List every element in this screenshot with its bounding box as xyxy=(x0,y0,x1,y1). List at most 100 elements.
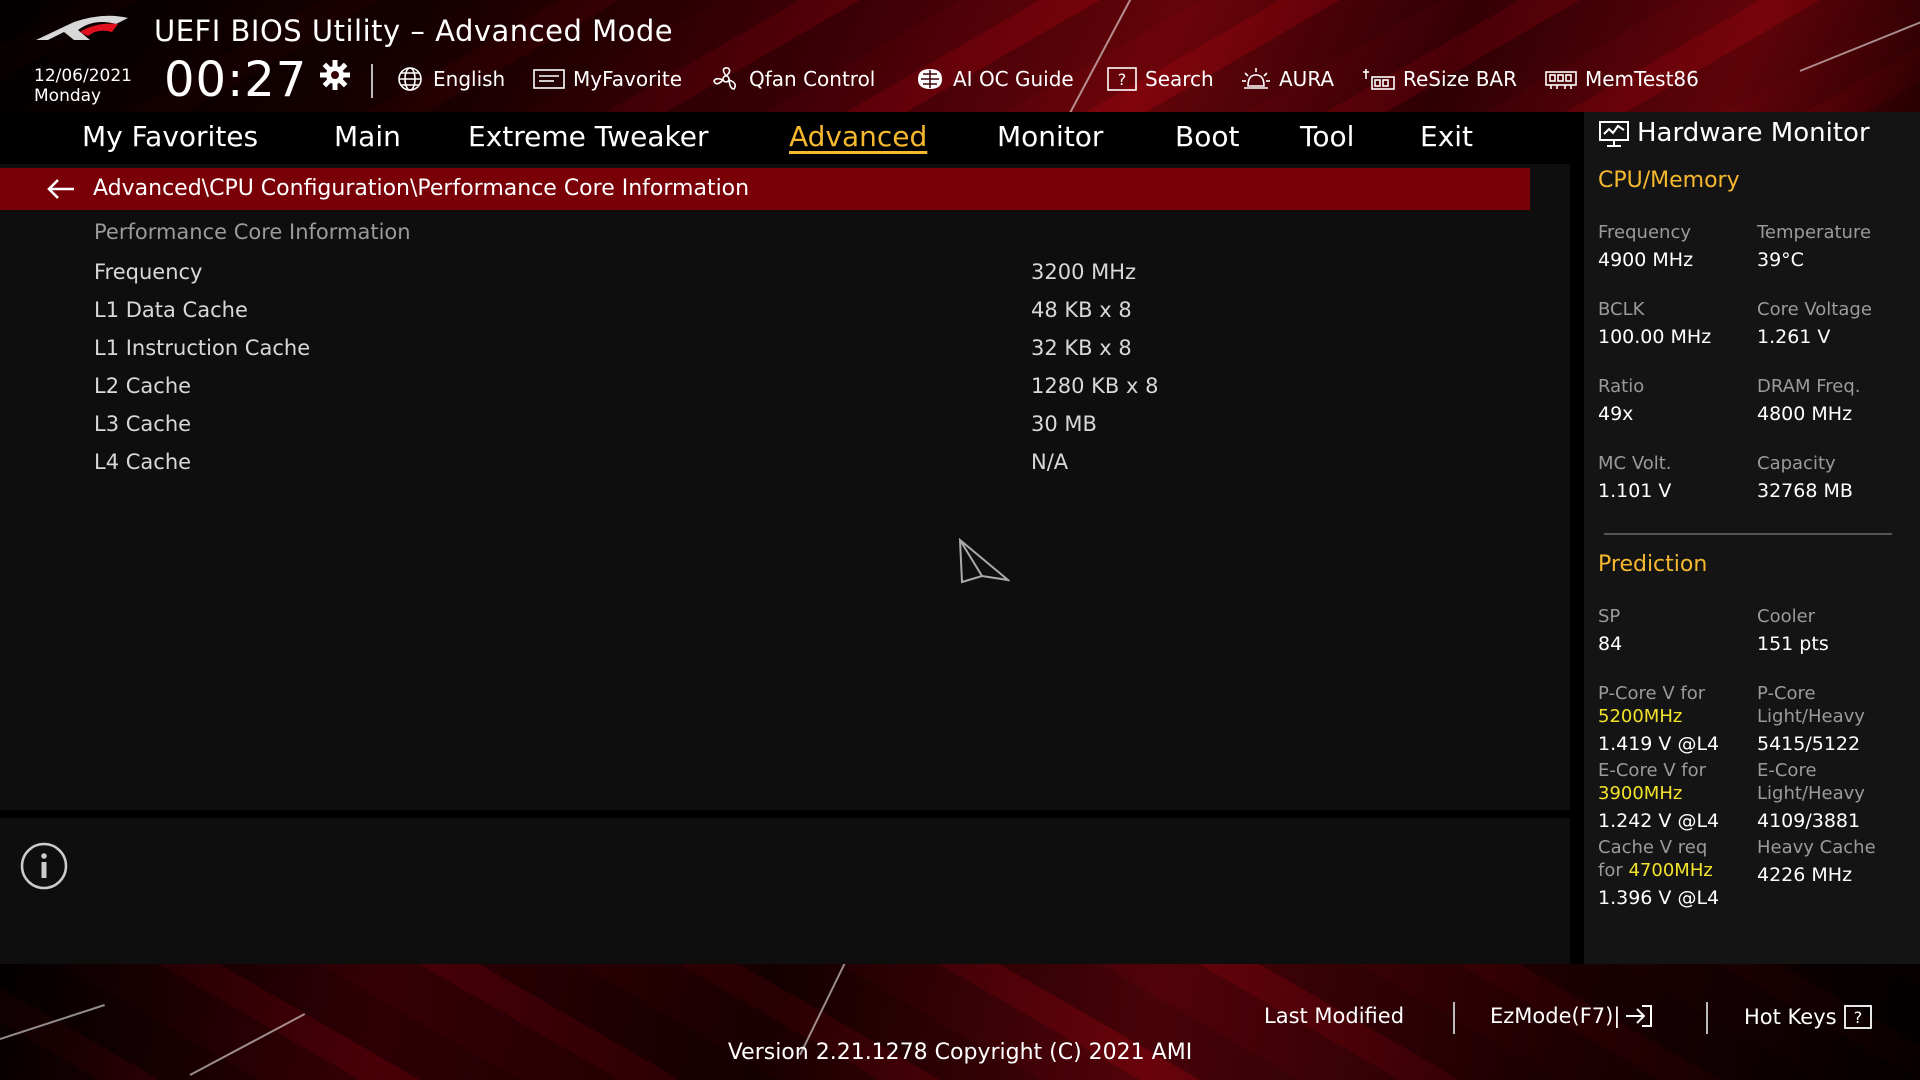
gear-icon[interactable] xyxy=(318,58,352,92)
info-row[interactable]: L4 Cache N/A xyxy=(94,450,1194,480)
pcore-v-label: P-Core V for xyxy=(1598,683,1706,704)
tab-monitor[interactable]: Monitor xyxy=(997,120,1103,153)
date-text: 12/06/2021 xyxy=(34,66,132,86)
hm-value: 1.101 V xyxy=(1598,480,1672,502)
resize-bar-label: ReSize BAR xyxy=(1403,67,1518,91)
tab-boot[interactable]: Boot xyxy=(1175,120,1239,153)
info-row[interactable]: L3 Cache 30 MB xyxy=(94,412,1194,442)
clock-time: 00:27 xyxy=(164,52,308,108)
myfavorite-label: MyFavorite xyxy=(573,67,683,91)
hm-value: 151 pts xyxy=(1757,633,1829,655)
hm-value: 1.419 V @L4 xyxy=(1598,733,1720,755)
ecore-lh-label-2: Light/Heavy xyxy=(1757,783,1865,804)
main-panel: Advanced\CPU Configuration\Performance C… xyxy=(0,164,1570,810)
breadcrumb-bar[interactable]: Advanced\CPU Configuration\Performance C… xyxy=(0,168,1530,210)
hm-value: 5415/5122 xyxy=(1757,733,1861,755)
last-modified-button[interactable]: Last Modified xyxy=(1264,1004,1404,1028)
monitor-icon xyxy=(1599,121,1629,147)
decor-slash xyxy=(1069,0,1142,112)
tab-main[interactable]: Main xyxy=(334,120,401,153)
hm-label: Heavy Cache xyxy=(1757,837,1876,858)
language-label: English xyxy=(433,67,506,91)
memtest86-label: MemTest86 xyxy=(1585,67,1699,91)
ecore-lh-label-1: E-Core xyxy=(1757,760,1817,781)
row-value: 1280 KB x 8 xyxy=(1031,374,1159,398)
decor-slash xyxy=(1799,17,1920,72)
hm-value: 1.261 V xyxy=(1757,326,1831,348)
row-value: 3200 MHz xyxy=(1031,260,1137,284)
info-icon xyxy=(20,842,68,890)
row-value: 48 KB x 8 xyxy=(1031,298,1132,322)
hm-label: Core Voltage xyxy=(1757,299,1872,320)
info-row[interactable]: L2 Cache 1280 KB x 8 xyxy=(94,374,1194,404)
row-value: N/A xyxy=(1031,450,1069,474)
hm-value: 4109/3881 xyxy=(1757,810,1861,832)
hm-value: 1.396 V @L4 xyxy=(1598,887,1720,909)
tab-my-favorites[interactable]: My Favorites xyxy=(82,120,258,153)
main-tabs: My Favorites Main Extreme Tweaker Advanc… xyxy=(0,112,1570,164)
help-info-panel xyxy=(0,818,1570,964)
row-label: L4 Cache xyxy=(94,450,192,474)
hm-label: P-Core V for 5200MHz xyxy=(1598,682,1705,728)
hm-label: Capacity xyxy=(1757,453,1836,474)
resize-bar-icon xyxy=(1363,69,1395,90)
version-text: Version 2.21.1278 Copyright (C) 2021 AMI xyxy=(727,1040,1193,1065)
search-button[interactable]: ? Search xyxy=(1106,64,1214,94)
hot-keys-label: Hot Keys xyxy=(1744,1005,1837,1029)
aura-icon xyxy=(1242,68,1270,89)
qfan-control-button[interactable]: Qfan Control xyxy=(710,64,875,94)
hm-label: Temperature xyxy=(1757,222,1872,243)
breadcrumb: Advanced\CPU Configuration\Performance C… xyxy=(93,176,750,201)
search-icon: ? xyxy=(1107,67,1137,91)
hm-label: Cooler xyxy=(1757,606,1816,627)
hm-label: E-Core V for 3900MHz xyxy=(1598,759,1706,805)
hot-keys-button[interactable]: Hot Keys ? xyxy=(1744,1004,1873,1030)
back-arrow-icon[interactable] xyxy=(46,178,76,200)
aura-button[interactable]: AURA xyxy=(1240,64,1334,94)
ai-oc-guide-label: AI OC Guide xyxy=(953,67,1074,91)
cache-v-label-1: Cache V req xyxy=(1598,837,1708,858)
hm-value: 49x xyxy=(1598,403,1634,425)
pcore-lh-label-2: Light/Heavy xyxy=(1757,706,1865,727)
hardware-monitor-panel: Hardware Monitor CPU/Memory Frequency 49… xyxy=(1584,112,1920,964)
footer-divider xyxy=(1706,1002,1708,1034)
hm-label: Frequency xyxy=(1598,222,1691,243)
memtest86-button[interactable]: MemTest86 xyxy=(1544,64,1699,94)
help-icon: ? xyxy=(1843,1005,1872,1029)
tab-tool[interactable]: Tool xyxy=(1300,120,1354,153)
header-bar: UEFI BIOS Utility – Advanced Mode 12/06/… xyxy=(0,0,1920,112)
row-value: 32 KB x 8 xyxy=(1031,336,1132,360)
svg-text:?: ? xyxy=(1118,70,1127,89)
ecore-v-freq: 3900MHz xyxy=(1598,783,1683,804)
qfan-control-label: Qfan Control xyxy=(749,67,876,91)
tab-extreme-tweaker[interactable]: Extreme Tweaker xyxy=(468,120,708,153)
footer-divider xyxy=(1453,1002,1455,1034)
ecore-v-label: E-Core V for xyxy=(1598,760,1707,781)
pcore-lh-label-1: P-Core xyxy=(1757,683,1816,704)
info-row[interactable]: L1 Data Cache 48 KB x 8 xyxy=(94,298,1194,328)
ai-oc-guide-button[interactable]: AI OC Guide xyxy=(914,64,1074,94)
language-button[interactable]: English xyxy=(394,64,505,94)
ezmode-label: EzMode(F7)| xyxy=(1490,1004,1621,1028)
cache-v-label-2: for xyxy=(1598,860,1623,881)
section-title: Performance Core Information xyxy=(94,220,411,244)
tab-advanced[interactable]: Advanced xyxy=(789,120,927,153)
hm-value: 84 xyxy=(1598,633,1623,655)
tab-exit[interactable]: Exit xyxy=(1420,120,1473,153)
hm-value: 4226 MHz xyxy=(1757,864,1853,886)
favorite-icon xyxy=(533,69,565,89)
hm-value: 4800 MHz xyxy=(1757,403,1853,425)
hm-label: DRAM Freq. xyxy=(1757,376,1861,397)
footer-bar: Last Modified EzMode(F7)| Hot Keys ? Ver… xyxy=(0,964,1920,1080)
row-label: L2 Cache xyxy=(94,374,192,398)
cpu-memory-heading: CPU/Memory xyxy=(1598,168,1740,193)
myfavorite-button[interactable]: MyFavorite xyxy=(532,64,682,94)
hm-label: E-Core Light/Heavy xyxy=(1757,759,1865,805)
info-row[interactable]: L1 Instruction Cache 32 KB x 8 xyxy=(94,336,1194,366)
resize-bar-button[interactable]: ReSize BAR xyxy=(1362,64,1517,94)
ezmode-button[interactable]: EzMode(F7)| xyxy=(1490,1004,1654,1028)
hm-divider xyxy=(1604,533,1892,535)
exit-arrow-icon xyxy=(1626,1005,1653,1027)
info-row[interactable]: Frequency 3200 MHz xyxy=(94,260,1194,290)
row-label: L1 Data Cache xyxy=(94,298,248,322)
